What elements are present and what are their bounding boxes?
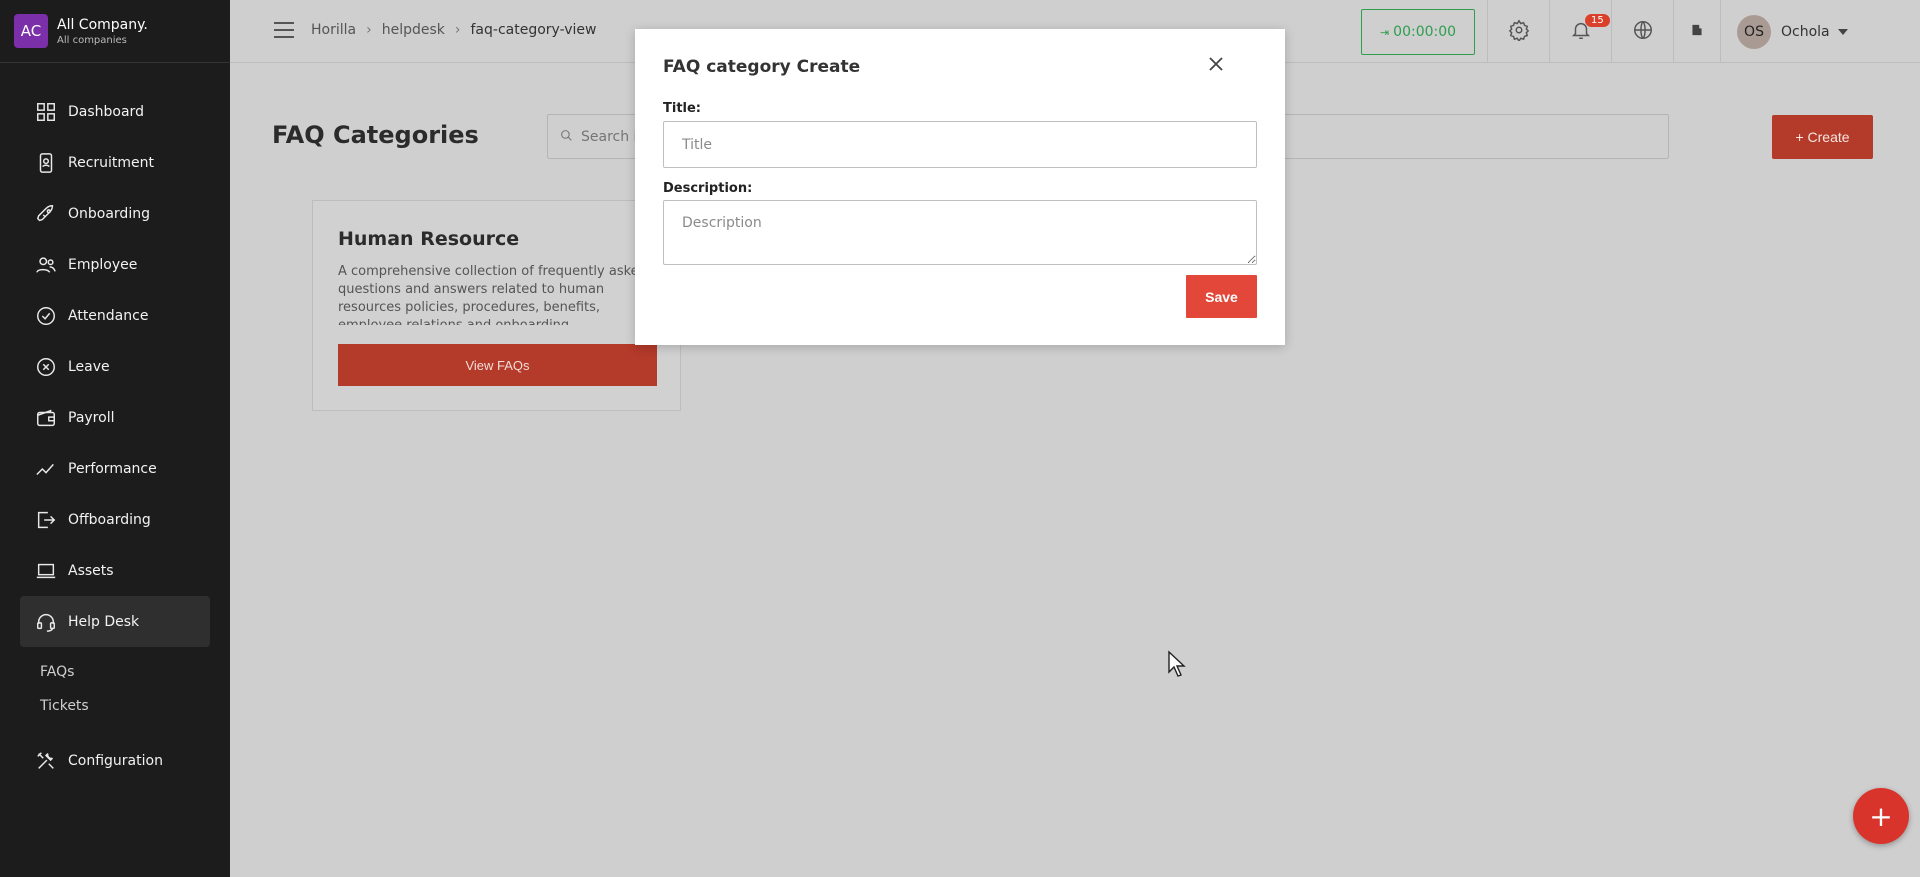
timer-value: 00:00:00: [1393, 24, 1457, 40]
page-title: FAQ Categories: [272, 121, 479, 149]
sidebar-item-offboarding[interactable]: Offboarding: [20, 494, 210, 545]
dashboard-icon: [34, 100, 58, 124]
sidebar-item-label: Offboarding: [68, 511, 151, 528]
company-logo: AC: [14, 14, 48, 48]
sidebar-item-leave[interactable]: Leave: [20, 341, 210, 392]
recruitment-icon: [34, 151, 58, 175]
notifications-button[interactable]: 15: [1549, 0, 1611, 63]
sidebar-item-label: Dashboard: [68, 103, 144, 120]
sidebar-item-label: Employee: [68, 256, 138, 273]
breadcrumb-item-helpdesk[interactable]: helpdesk: [382, 22, 445, 38]
sidebar-item-label: Configuration: [68, 752, 163, 769]
sidebar-item-configuration[interactable]: Configuration: [20, 735, 210, 786]
sidebar-item-label: Payroll: [68, 409, 115, 426]
title-input[interactable]: [663, 121, 1257, 168]
company-subtitle: All companies: [57, 34, 127, 46]
sidebar-item-payroll[interactable]: Payroll: [20, 392, 210, 443]
mouse-cursor-icon: [1167, 650, 1187, 682]
wallet-icon: [34, 406, 58, 430]
card-title: Human Resource: [338, 228, 520, 250]
view-faqs-button[interactable]: View FAQs: [338, 344, 657, 386]
sidebar-item-help-desk[interactable]: Help Desk: [20, 596, 210, 647]
sidebar-item-label: Onboarding: [68, 205, 150, 222]
sidebar-item-dashboard[interactable]: Dashboard: [20, 86, 210, 137]
clock-in-icon: ⇥: [1379, 25, 1390, 39]
sidebar-item-label: Help Desk: [68, 613, 140, 630]
avatar: OS: [1737, 14, 1771, 49]
user-menu[interactable]: OS Ochola: [1720, 0, 1920, 63]
help-desk-subnav: FAQs Tickets: [20, 655, 210, 723]
notification-count-badge: 15: [1585, 14, 1610, 27]
globe-icon: [1632, 19, 1654, 45]
breadcrumb: Horilla › helpdesk › faq-category-view: [311, 22, 597, 38]
create-button[interactable]: + Create: [1772, 115, 1873, 159]
sidebar-item-label: Performance: [68, 460, 157, 477]
sidebar: AC All Company. All companies Dashboard …: [0, 0, 230, 877]
description-textarea[interactable]: [663, 200, 1257, 265]
sidebar-item-label: Recruitment: [68, 154, 155, 171]
sidebar-item-onboarding[interactable]: Onboarding: [20, 188, 210, 239]
sidebar-item-recruitment[interactable]: Recruitment: [20, 137, 210, 188]
subnav-item-faqs[interactable]: FAQs: [40, 655, 210, 689]
trend-icon: [34, 457, 58, 481]
exit-icon: [34, 508, 58, 532]
people-icon: [34, 253, 58, 277]
sidebar-item-employee[interactable]: Employee: [20, 239, 210, 290]
language-button[interactable]: [1611, 0, 1673, 63]
tools-icon: [34, 749, 58, 773]
chevron-right-icon: ›: [366, 22, 372, 38]
company-name: All Company.: [57, 16, 148, 33]
sidebar-item-performance[interactable]: Performance: [20, 443, 210, 494]
plus-icon: +: [1869, 799, 1893, 833]
attendance-timer-button[interactable]: ⇥ 00:00:00: [1361, 9, 1475, 55]
close-icon: [1208, 56, 1224, 76]
card-description: A comprehensive collection of frequently…: [338, 264, 647, 325]
sidebar-item-attendance[interactable]: Attendance: [20, 290, 210, 341]
sidebar-item-assets[interactable]: Assets: [20, 545, 210, 596]
sidebar-item-label: Leave: [68, 358, 110, 375]
check-circle-icon: [34, 304, 58, 328]
company-button[interactable]: [1673, 0, 1720, 63]
sidebar-item-label: Attendance: [68, 307, 149, 324]
description-label: Description:: [663, 181, 753, 196]
close-button[interactable]: [1205, 55, 1227, 77]
settings-button[interactable]: [1487, 0, 1549, 63]
breadcrumb-item-horilla[interactable]: Horilla: [311, 22, 356, 38]
laptop-icon: [34, 559, 58, 583]
quick-action-button[interactable]: +: [1853, 788, 1909, 844]
sidebar-nav: Dashboard Recruitment Onboarding Employe…: [20, 86, 210, 786]
title-label: Title:: [663, 101, 702, 116]
building-icon: [1690, 22, 1704, 41]
modal-title: FAQ category Create: [663, 57, 861, 77]
breadcrumb-item-current: faq-category-view: [470, 22, 597, 38]
gear-icon: [1508, 19, 1530, 45]
chevron-down-icon: [1837, 28, 1848, 35]
headset-icon: [34, 610, 58, 634]
menu-toggle-icon[interactable]: [274, 22, 294, 38]
search-icon: [560, 127, 573, 146]
company-switcher[interactable]: AC All Company. All companies: [0, 0, 230, 63]
faq-category-create-modal: FAQ category Create Title: Description: …: [635, 29, 1285, 345]
user-name: Ochola: [1781, 23, 1830, 40]
faq-category-card: Human Resource A comprehensive collectio…: [312, 200, 681, 411]
x-circle-icon: [34, 355, 58, 379]
sidebar-item-label: Assets: [68, 562, 114, 579]
rocket-icon: [34, 202, 58, 226]
save-button[interactable]: Save: [1186, 275, 1257, 318]
subnav-item-tickets[interactable]: Tickets: [40, 689, 210, 723]
chevron-right-icon: ›: [454, 22, 461, 38]
